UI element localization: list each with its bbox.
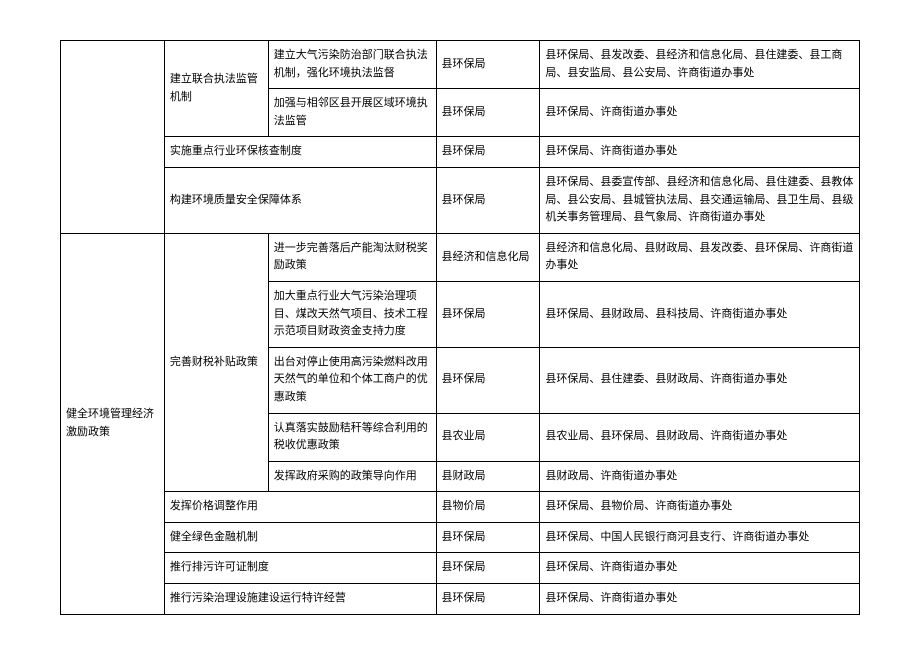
cell-participants: 县环保局、许商街道办事处 (540, 553, 860, 584)
cell-lead: 县环保局 (436, 41, 540, 89)
cell-subcategory: 构建环境质量安全保障体系 (164, 167, 436, 233)
table-row: 建立联合执法监管机制 建立大气污染防治部门联合执法机制，强化环境执法监督 县环保… (61, 41, 860, 89)
cell-category: 健全环境管理经济激励政策 (61, 233, 165, 614)
cell-subcategory: 发挥价格调整作用 (164, 492, 436, 523)
cell-subcategory: 推行污染治理设施建设运行特许经营 (164, 584, 436, 615)
cell-measure: 建立大气污染防治部门联合执法机制，强化环境执法监督 (268, 41, 436, 89)
cell-measure: 发挥政府采购的政策导向作用 (268, 461, 436, 492)
cell-subcategory: 实施重点行业环保核查制度 (164, 137, 436, 168)
cell-subcategory: 健全绿色金融机制 (164, 522, 436, 553)
cell-measure: 加大重点行业大气污染治理项目、煤改天然气项目、技术工程示范项目财政资金支持力度 (268, 281, 436, 347)
cell-participants: 县农业局、县环保局、县财政局、许商街道办事处 (540, 413, 860, 461)
cell-measure: 进一步完善落后产能淘汰财税奖励政策 (268, 233, 436, 281)
cell-participants: 县环保局、许商街道办事处 (540, 137, 860, 168)
cell-participants: 县环保局、许商街道办事处 (540, 584, 860, 615)
table-row: 发挥价格调整作用 县物价局 县环保局、县物价局、许商街道办事处 (61, 492, 860, 523)
cell-subcategory: 推行排污许可证制度 (164, 553, 436, 584)
cell-subcategory: 完善财税补贴政策 (164, 233, 268, 492)
table-row: 推行排污许可证制度 县环保局 县环保局、许商街道办事处 (61, 553, 860, 584)
cell-lead: 县环保局 (436, 347, 540, 413)
cell-participants: 县环保局、中国人民银行商河县支行、许商街道办事处 (540, 522, 860, 553)
cell-subcategory: 建立联合执法监管机制 (164, 41, 268, 137)
table-row: 健全环境管理经济激励政策 完善财税补贴政策 进一步完善落后产能淘汰财税奖励政策 … (61, 233, 860, 281)
cell-lead: 县环保局 (436, 89, 540, 137)
cell-lead: 县环保局 (436, 553, 540, 584)
cell-participants: 县环保局、县发改委、县经济和信息化局、县住建委、县工商局、县安监局、县公安局、许… (540, 41, 860, 89)
table-row: 实施重点行业环保核查制度 县环保局 县环保局、许商街道办事处 (61, 137, 860, 168)
cell-lead: 县环保局 (436, 522, 540, 553)
policy-table: 建立联合执法监管机制 建立大气污染防治部门联合执法机制，强化环境执法监督 县环保… (60, 40, 860, 615)
table-row: 构建环境质量安全保障体系 县环保局 县环保局、县委宣传部、县经济和信息化局、县住… (61, 167, 860, 233)
cell-lead: 县环保局 (436, 167, 540, 233)
cell-lead: 县环保局 (436, 584, 540, 615)
cell-participants: 县环保局、许商街道办事处 (540, 89, 860, 137)
table-row: 推行污染治理设施建设运行特许经营 县环保局 县环保局、许商街道办事处 (61, 584, 860, 615)
cell-participants: 县财政局、许商街道办事处 (540, 461, 860, 492)
cell-participants: 县环保局、县财政局、县科技局、许商街道办事处 (540, 281, 860, 347)
cell-lead: 县农业局 (436, 413, 540, 461)
cell-lead: 县财政局 (436, 461, 540, 492)
cell-participants: 县经济和信息化局、县财政局、县发改委、县环保局、许商街道办事处 (540, 233, 860, 281)
cell-participants: 县环保局、县住建委、县财政局、许商街道办事处 (540, 347, 860, 413)
table-row: 健全绿色金融机制 县环保局 县环保局、中国人民银行商河县支行、许商街道办事处 (61, 522, 860, 553)
cell-lead: 县环保局 (436, 137, 540, 168)
cell-lead: 县经济和信息化局 (436, 233, 540, 281)
cell-participants: 县环保局、县物价局、许商街道办事处 (540, 492, 860, 523)
cell-measure: 出台对停止使用高污染燃料改用天然气的单位和个体工商户的优惠政策 (268, 347, 436, 413)
cell-participants: 县环保局、县委宣传部、县经济和信息化局、县住建委、县教体局、县公安局、县城管执法… (540, 167, 860, 233)
cell-measure: 认真落实鼓励秸秆等综合利用的税收优惠政策 (268, 413, 436, 461)
cell-lead: 县物价局 (436, 492, 540, 523)
cell-category (61, 41, 165, 234)
cell-lead: 县环保局 (436, 281, 540, 347)
cell-measure: 加强与相邻区县开展区域环境执法监管 (268, 89, 436, 137)
